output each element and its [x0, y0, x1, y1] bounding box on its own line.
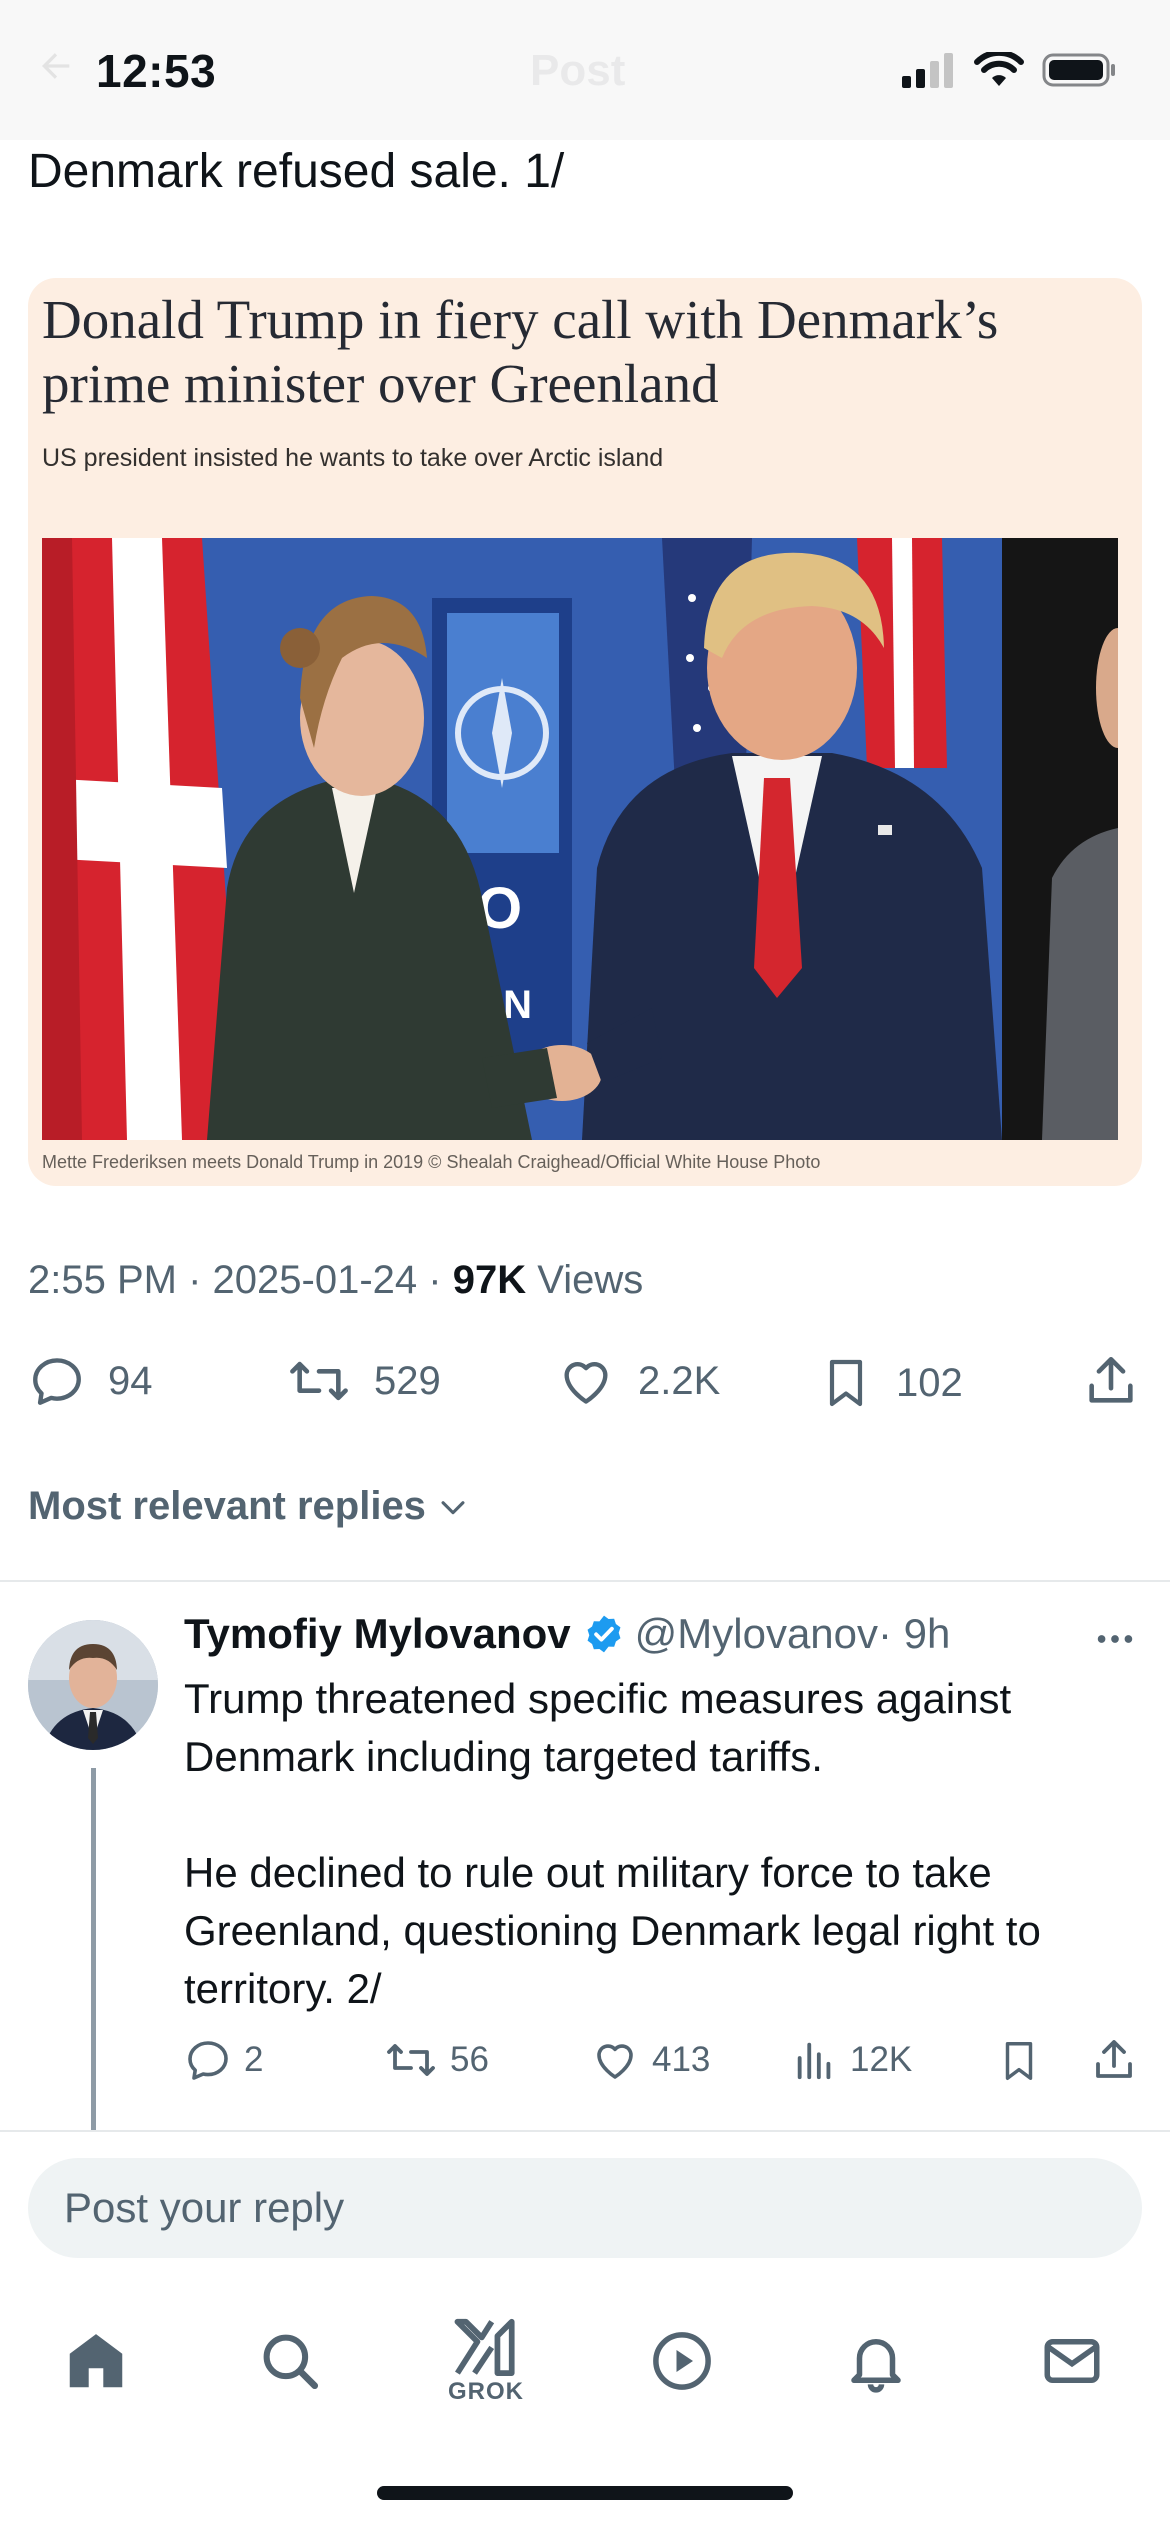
section-divider	[0, 1580, 1170, 1582]
repost-button[interactable]: 529	[286, 1352, 441, 1410]
bookmark-button[interactable]: 102	[818, 1352, 963, 1414]
reply-repost-count: 56	[450, 2040, 489, 2079]
bookmark-count: 102	[896, 1360, 963, 1405]
article-image-card[interactable]: Donald Trump in fiery call with Denmark’…	[28, 278, 1142, 1186]
reply-author-name[interactable]: Tymofiy Mylovanov	[184, 1610, 571, 1658]
avatar[interactable]	[28, 1620, 158, 1750]
tweet-action-bar: 94 529 2.2K 102	[28, 1352, 1142, 1422]
heart-icon	[564, 1362, 608, 1404]
repost-icon	[387, 2044, 435, 2076]
play-circle-icon	[653, 2332, 711, 2390]
reply-reply-count: 2	[244, 2040, 264, 2079]
reply-bookmark-button[interactable]	[996, 2036, 1042, 2086]
status-bar: Post 12:53	[0, 0, 1170, 140]
search-icon	[263, 2334, 319, 2390]
status-time: 12:53	[96, 45, 217, 97]
thread-line	[91, 1768, 96, 2132]
tab-video[interactable]	[622, 2316, 742, 2406]
chevron-down-icon	[441, 1500, 465, 1514]
reply-input[interactable]: Post your reply	[28, 2158, 1142, 2258]
bottom-tab-bar: GROK	[0, 2290, 1170, 2440]
grok-label: GROK	[448, 2378, 524, 2405]
reply-header: Tymofiy Mylovanov @Mylovanov · 9h	[184, 1610, 950, 1658]
repost-count: 529	[374, 1358, 441, 1403]
replies-sort-label: Most relevant replies	[28, 1484, 426, 1528]
tab-grok[interactable]: GROK	[426, 2316, 546, 2406]
article-subheadline: US president insisted he wants to take o…	[42, 444, 664, 472]
tweet-time: 2:55 PM	[28, 1258, 177, 1302]
home-icon	[69, 2334, 123, 2388]
bell-icon	[851, 2339, 901, 2393]
like-button[interactable]: 2.2K	[556, 1352, 720, 1410]
views-label: Views	[537, 1258, 644, 1302]
composer-divider	[0, 2130, 1170, 2132]
bookmark-icon	[1005, 2042, 1033, 2080]
repost-icon	[290, 1361, 348, 1401]
reply-like-button[interactable]: 413	[590, 2036, 710, 2084]
tweet-text: Denmark refused sale. 1/	[28, 145, 565, 198]
reply-share-button[interactable]	[1090, 2036, 1138, 2084]
reply-icon	[188, 2041, 228, 2080]
share-icon	[1096, 2040, 1132, 2078]
tweet-date: 2025-01-24	[212, 1258, 418, 1302]
tab-search[interactable]	[230, 2316, 350, 2406]
grok-icon	[454, 2318, 515, 2376]
reply-button[interactable]: 94	[28, 1352, 153, 1410]
tab-notifications[interactable]	[816, 2316, 936, 2406]
more-options-icon[interactable]	[1092, 1616, 1138, 1662]
share-icon	[1089, 1356, 1133, 1403]
reply-views-count: 12K	[850, 2040, 913, 2079]
wifi-icon	[974, 52, 1024, 86]
reply-count: 94	[108, 1358, 153, 1403]
share-button[interactable]	[1082, 1352, 1140, 1410]
photo-caption: Mette Frederiksen meets Donald Trump in …	[42, 1152, 821, 1172]
like-count: 2.2K	[638, 1358, 721, 1403]
reply-action-bar: 2 56 413 12K	[184, 2036, 1144, 2092]
home-indicator	[377, 2486, 793, 2500]
bookmark-icon	[829, 1359, 863, 1407]
replies-sort-dropdown[interactable]: Most relevant replies	[28, 1484, 470, 1529]
cellular-signal-icon	[902, 53, 953, 88]
status-icons	[900, 52, 1118, 88]
battery-icon	[1042, 53, 1115, 87]
heart-icon	[597, 2044, 633, 2079]
back-arrow-icon[interactable]	[36, 46, 76, 86]
verified-badge-icon	[587, 1615, 621, 1653]
reply-reply-button[interactable]: 2	[184, 2036, 263, 2084]
views-count[interactable]: 97K	[453, 1258, 526, 1302]
reply-handle[interactable]: @Mylovanov	[635, 1610, 878, 1658]
tab-messages[interactable]	[1012, 2316, 1132, 2406]
reply-time: · 9h	[878, 1610, 951, 1657]
reply-views-button[interactable]: 12K	[792, 2036, 912, 2084]
reply-text: Trump threatened specific measures again…	[184, 1675, 1041, 2012]
tab-home[interactable]	[36, 2316, 156, 2406]
reply-repost-button[interactable]: 56	[384, 2036, 489, 2084]
tweet-meta: 2:55 PM · 2025-01-24 · 97K Views	[28, 1258, 644, 1302]
article-photo[interactable]: O ON	[42, 538, 1118, 1140]
reply-icon	[33, 1358, 81, 1405]
mail-icon	[1044, 2339, 1100, 2383]
analytics-icon	[797, 2042, 831, 2080]
article-headline: Donald Trump in fiery call with Denmark’…	[42, 289, 999, 414]
nav-title: Post	[530, 46, 626, 95]
reply-like-count: 413	[652, 2040, 711, 2079]
